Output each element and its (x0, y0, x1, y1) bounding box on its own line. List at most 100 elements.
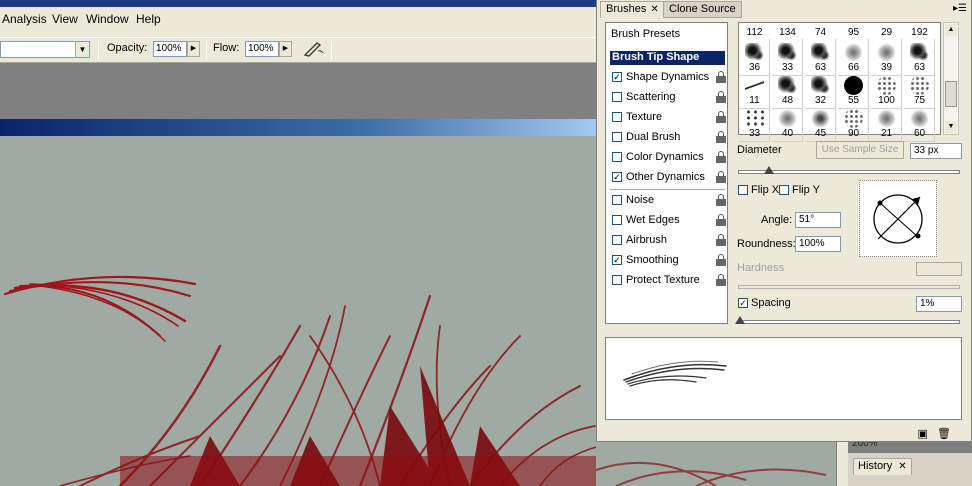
new-preset-icon[interactable]: ▣ (917, 428, 927, 440)
brush-tip-cell[interactable]: 90 (838, 105, 869, 142)
brush-tip-cell[interactable]: 100 (871, 72, 902, 109)
brushes-panel: Brushes ✕ Clone Source ▸☰ Brush Presets B… (596, 0, 972, 442)
spacing-slider-thumb[interactable] (735, 316, 745, 324)
use-sample-size-button[interactable]: Use Sample Size (816, 141, 904, 159)
menu-view[interactable]: View (52, 12, 78, 26)
brush-tip-cell[interactable]: 40 (772, 105, 803, 142)
lock-icon[interactable] (716, 254, 726, 266)
texture-checkbox[interactable] (612, 112, 622, 122)
lock-icon[interactable] (716, 274, 726, 286)
noise-checkbox[interactable] (612, 195, 622, 205)
document-titlebar[interactable] (0, 119, 600, 136)
brush-size-label: 40 (781, 128, 794, 139)
brush-tip-cell[interactable]: 55 (838, 72, 869, 109)
menu-window[interactable]: Window (86, 12, 129, 26)
lock-icon[interactable] (716, 151, 726, 163)
option-color-dynamics[interactable]: Color Dynamics (612, 150, 726, 166)
tab-history[interactable]: History ✕ (853, 458, 912, 475)
flip-y-checkbox[interactable] (779, 185, 789, 195)
menu-analysis[interactable]: Analysis (2, 12, 47, 26)
brush-tip-cell[interactable]: 33 (739, 105, 770, 142)
option-texture[interactable]: Texture (612, 110, 726, 126)
brush-tip-thumbnail (910, 109, 929, 128)
brush-angle-preview[interactable] (859, 180, 937, 257)
brush-tip-cell[interactable]: 21 (871, 105, 902, 142)
protect-texture-checkbox[interactable] (612, 275, 622, 285)
dual-brush-checkbox[interactable] (612, 132, 622, 142)
option-shape-dynamics[interactable]: ✓ Shape Dynamics (612, 70, 726, 86)
airbrush-checkbox[interactable] (612, 235, 622, 245)
scroll-down-icon[interactable]: ▼ (945, 121, 957, 133)
spacing-slider[interactable] (738, 320, 960, 324)
lock-icon[interactable] (716, 234, 726, 246)
close-icon[interactable]: ✕ (650, 4, 658, 15)
diameter-field[interactable]: 33 px (910, 143, 962, 159)
brush-presets-item[interactable]: Brush Presets (611, 28, 680, 40)
brush-tip-shape-item[interactable]: Brush Tip Shape (610, 51, 725, 65)
flip-x-checkbox[interactable] (738, 185, 748, 195)
panel-menu-icon[interactable]: ▸☰ (953, 3, 967, 14)
other-dynamics-checkbox[interactable]: ✓ (612, 172, 622, 182)
scattering-checkbox[interactable] (612, 92, 622, 102)
history-panel: History ✕ (848, 452, 972, 486)
brush-tip-cell[interactable]: 32 (805, 72, 836, 109)
flow-arrow[interactable]: ▶ (279, 41, 292, 57)
scroll-up-icon[interactable]: ▲ (945, 24, 957, 36)
option-dual-brush[interactable]: Dual Brush (612, 130, 726, 146)
brush-tip-thumbnail (811, 109, 830, 128)
smoothing-checkbox[interactable]: ✓ (612, 255, 622, 265)
option-smoothing[interactable]: ✓ Smoothing (612, 253, 726, 269)
airbrush-icon[interactable] (302, 37, 326, 59)
option-noise[interactable]: Noise (612, 193, 726, 209)
spacing-field[interactable]: 1% (916, 296, 962, 312)
lock-icon[interactable] (716, 131, 726, 143)
tab-brushes[interactable]: Brushes ✕ (600, 1, 665, 18)
brush-tip-cell[interactable]: 75 (904, 72, 935, 109)
option-airbrush[interactable]: Airbrush (612, 233, 726, 249)
divider (98, 41, 99, 59)
opacity-arrow[interactable]: ▶ (187, 41, 200, 57)
lock-icon[interactable] (716, 91, 726, 103)
trash-icon[interactable]: 🗑 (937, 428, 951, 440)
document-canvas[interactable] (0, 136, 600, 486)
lock-icon[interactable] (716, 71, 726, 83)
mode-dropdown[interactable]: ▼ (0, 41, 90, 58)
option-other-dynamics[interactable]: ✓ Other Dynamics (612, 170, 726, 186)
roundness-field[interactable]: 100% (795, 236, 841, 252)
close-icon[interactable]: ✕ (898, 461, 906, 472)
lock-icon[interactable] (716, 111, 726, 123)
lock-icon[interactable] (716, 194, 726, 206)
color-dynamics-checkbox[interactable] (612, 152, 622, 162)
document-canvas-lower[interactable] (596, 440, 836, 486)
menu-help[interactable]: Help (136, 12, 161, 26)
spacing-checkbox[interactable]: ✓ (738, 298, 748, 308)
option-wet-edges[interactable]: Wet Edges (612, 213, 726, 229)
option-scattering[interactable]: Scattering (612, 90, 726, 106)
option-protect-texture[interactable]: Protect Texture (612, 273, 726, 289)
brush-tip-cell[interactable]: 48 (772, 72, 803, 109)
brush-tip-cell[interactable]: 11 (739, 72, 770, 109)
brush-tip-cell[interactable]: 63 (904, 39, 935, 76)
scroll-thumb[interactable] (945, 81, 957, 107)
diameter-slider-thumb[interactable] (764, 166, 775, 174)
brush-tip-cell[interactable]: 36 (739, 39, 770, 76)
tab-clone-source[interactable]: Clone Source (663, 1, 742, 18)
brush-tip-cell[interactable]: 33 (772, 39, 803, 76)
lock-icon[interactable] (716, 171, 726, 183)
brush-tip-cell[interactable]: 66 (838, 39, 869, 76)
option-label: Scattering (626, 91, 676, 103)
angle-field[interactable]: 51° (795, 212, 841, 228)
flow-field[interactable]: 100% (245, 41, 279, 57)
brush-tip-thumbnail (778, 43, 797, 62)
brush-tip-thumbnail (844, 43, 863, 62)
brush-tip-cell[interactable]: 63 (805, 39, 836, 76)
lock-icon[interactable] (716, 214, 726, 226)
brush-tip-cell[interactable]: 45 (805, 105, 836, 142)
flip-y-label: Flip Y (792, 184, 820, 196)
brush-tip-cell[interactable]: 39 (871, 39, 902, 76)
shape-dynamics-checkbox[interactable]: ✓ (612, 72, 622, 82)
wet-edges-checkbox[interactable] (612, 215, 622, 225)
opacity-field[interactable]: 100% (153, 41, 187, 57)
brush-tip-cell[interactable]: 60 (904, 105, 935, 142)
brush-grid-scrollbar[interactable]: ▲ ▼ (943, 22, 959, 135)
